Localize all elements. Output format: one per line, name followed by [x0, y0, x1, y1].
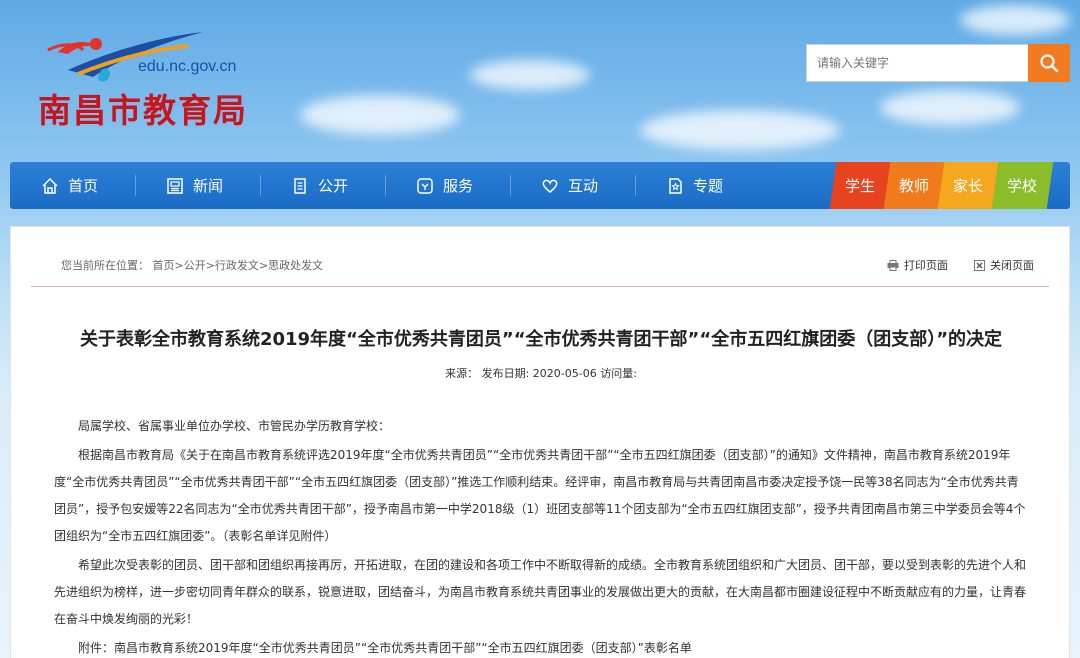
article-meta: 来源： 发布日期: 2020-05-06 访问量: — [445, 367, 637, 380]
service-icon — [415, 176, 435, 196]
content-panel: 您当前所在位置： 首页>公开>行政发文>思政处发文 打印页面 关闭页面 关于表彰… — [10, 226, 1070, 658]
nav-item-label: 首页 — [68, 177, 99, 195]
site-domain: edu.nc.gov.cn — [138, 58, 237, 75]
close-icon — [974, 259, 985, 271]
article-paragraph: 局属学校、省属事业单位办学校、市管民办学历教育学校： — [78, 419, 391, 433]
cloud — [470, 60, 590, 90]
cloud — [880, 90, 1020, 125]
nav-item-service[interactable]: 服务 — [385, 162, 510, 209]
article-paragraph: 根据南昌市教育局《关于在南昌市教育系统评选2019年度“全市优秀共青团员”“全市… — [54, 448, 1026, 543]
role-tab-teacher[interactable]: 教师 — [883, 162, 946, 209]
role-tab-label: 学校 — [1007, 177, 1038, 195]
page-actions: 打印页面 关闭页面 — [887, 257, 1034, 273]
role-tab-label: 教师 — [899, 177, 930, 195]
nav-item-interact[interactable]: 互动 — [510, 162, 635, 209]
search-button[interactable] — [1028, 44, 1070, 82]
nav-item-label: 新闻 — [193, 177, 224, 195]
nav-item-label: 专题 — [693, 177, 724, 195]
document-icon — [290, 176, 310, 196]
role-tabs: 学生 教师 家长 学校 — [829, 162, 1054, 209]
article-paragraph: 希望此次受表彰的团员、团干部和团组织再接再厉，开拓进取，在团的建设和各项工作中不… — [54, 558, 1027, 626]
cloud — [960, 5, 1070, 35]
nav-item-label: 服务 — [443, 177, 474, 195]
print-page-button[interactable]: 打印页面 — [887, 257, 948, 273]
role-tab-parent[interactable]: 家长 — [937, 162, 1000, 209]
role-tab-label: 学生 — [845, 177, 876, 195]
nav-item-home[interactable]: 首页 — [10, 162, 135, 209]
divider — [31, 286, 1049, 287]
search-input[interactable] — [806, 44, 1028, 82]
attachment-link[interactable]: 附件：南昌市教育系统2019年度“全市优秀共青团员”“全市优秀共青团干部”“全市… — [54, 635, 1029, 658]
newspaper-icon — [165, 176, 185, 196]
article-title: 关于表彰全市教育系统2019年度“全市优秀共青团员”“全市优秀共青团干部”“全市… — [79, 329, 1003, 350]
cloud — [300, 95, 460, 135]
role-tab-student[interactable]: 学生 — [829, 162, 892, 209]
print-page-label: 打印页面 — [904, 259, 948, 272]
main-nav: 首页 新闻 公开 服务 互动 专题 学生 教师 家长 学校 — [10, 162, 1070, 209]
printer-icon — [887, 259, 899, 271]
nav-item-public[interactable]: 公开 — [260, 162, 385, 209]
nav-item-label: 互动 — [568, 177, 599, 195]
cloud — [640, 110, 840, 150]
heart-icon — [540, 176, 560, 196]
role-tab-school[interactable]: 学校 — [991, 162, 1054, 209]
close-page-button[interactable]: 关闭页面 — [974, 257, 1034, 273]
article-body: 局属学校、省属事业单位办学校、市管民办学历教育学校： 根据南昌市教育局《关于在南… — [54, 413, 1029, 658]
site-header: edu.nc.gov.cn 南昌市教育局 — [0, 0, 1080, 160]
site-logo[interactable]: edu.nc.gov.cn 南昌市教育局 — [38, 22, 278, 132]
search-bar — [806, 44, 1070, 82]
nav-item-label: 公开 — [318, 177, 349, 195]
site-title: 南昌市教育局 — [38, 91, 248, 130]
nav-item-news[interactable]: 新闻 — [135, 162, 260, 209]
role-tab-label: 家长 — [953, 177, 984, 195]
nav-item-topics[interactable]: 专题 — [635, 162, 760, 209]
search-icon — [1040, 54, 1059, 73]
home-icon — [40, 176, 60, 196]
star-doc-icon — [665, 176, 685, 196]
close-page-label: 关闭页面 — [990, 259, 1034, 272]
